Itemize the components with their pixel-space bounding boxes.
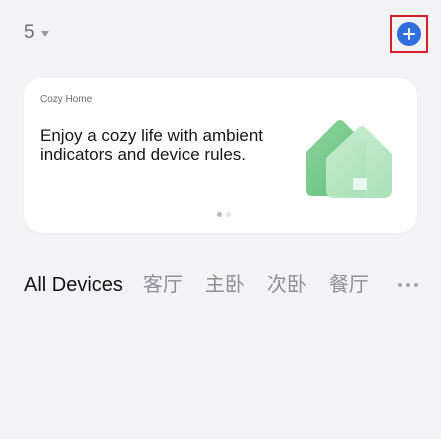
tab-master-bedroom[interactable]: 主卧 (205, 271, 245, 299)
plus-circle-icon (397, 22, 421, 46)
room-tabs: All Devices 客厅 主卧 次卧 餐厅 (24, 271, 391, 299)
more-dot (414, 283, 418, 287)
home-selector[interactable]: 5 (24, 22, 49, 44)
carousel-dot (226, 212, 231, 217)
tab-dining-room[interactable]: 餐厅 (329, 271, 369, 299)
chevron-down-icon (40, 31, 49, 37)
tab-all-devices[interactable]: All Devices (24, 271, 123, 299)
carousel-dots (217, 212, 231, 217)
tab-second-bedroom[interactable]: 次卧 (267, 271, 307, 299)
add-button[interactable] (390, 15, 428, 53)
home-count: 5 (24, 22, 35, 43)
carousel-dot-active (217, 212, 222, 217)
more-dot (406, 283, 410, 287)
tab-living-room[interactable]: 客厅 (143, 271, 183, 299)
more-dots-icon[interactable] (398, 283, 418, 287)
more-dot (398, 283, 402, 287)
banner-text: Enjoy a cozy life with ambient indicator… (40, 126, 263, 164)
banner-eyebrow: Cozy Home (40, 94, 93, 105)
house-illustration (306, 120, 392, 198)
banner-card[interactable]: Cozy Home Enjoy a cozy life with ambient… (24, 78, 417, 233)
